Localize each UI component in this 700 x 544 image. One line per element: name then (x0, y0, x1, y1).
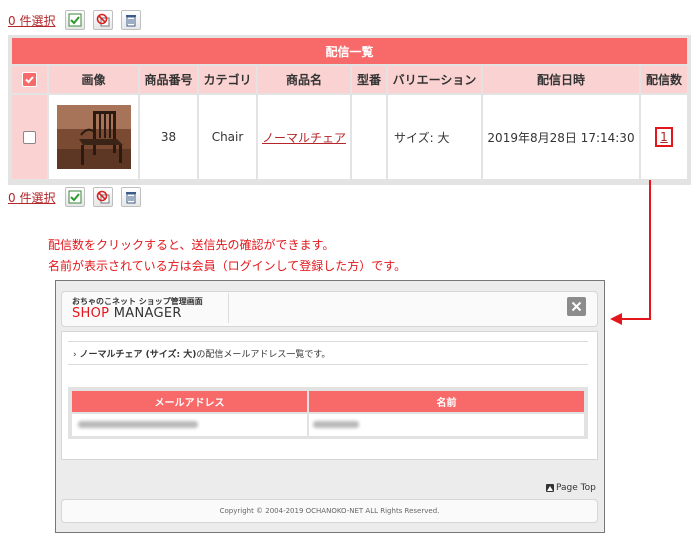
row-variation: サイズ: 大 (388, 95, 481, 179)
col-email-header: メールアドレス (72, 391, 307, 412)
row-count-cell: 1 (641, 95, 687, 179)
header-category: カテゴリ (199, 66, 256, 93)
selected-count-link-bottom[interactable]: 0 件選択 (8, 189, 55, 206)
recipient-email-cell (72, 414, 307, 436)
divider (68, 341, 588, 342)
delete-button[interactable] (121, 10, 142, 30)
check-all-icon (68, 190, 82, 204)
header-product-number: 商品番号 (140, 66, 197, 93)
chair-photo (56, 105, 131, 169)
annotation-arrow (610, 180, 651, 325)
select-all-button[interactable] (65, 10, 86, 30)
annotation-line-1: 配信数をクリックすると、送信先の確認ができます。 (48, 238, 335, 252)
check-all-icon (68, 13, 82, 27)
deselect-icon (97, 190, 110, 204)
popup-close-button[interactable] (567, 297, 586, 316)
close-icon (571, 301, 582, 312)
deselect-all-button[interactable] (93, 10, 114, 30)
redacted-name (313, 421, 359, 428)
header-product-name: 商品名 (258, 66, 350, 93)
row-image-cell (49, 95, 138, 179)
popup-breadcrumb: › ノーマルチェア (サイズ: 大)の配信メールアドレス一覧です。 (73, 347, 330, 360)
row-model (352, 95, 386, 179)
row-category: Chair (199, 95, 256, 179)
trash-icon (126, 192, 137, 204)
redacted-email (78, 421, 198, 428)
row-product-number: 38 (140, 95, 197, 179)
row-date: 2019年8月28日 17:14:30 (483, 95, 639, 179)
header-image: 画像 (49, 66, 138, 93)
row-select-cell (12, 95, 47, 179)
arrow-up-icon (546, 484, 554, 492)
brand-logo: SHOP MANAGER (72, 306, 182, 321)
trash-icon (126, 15, 137, 27)
table-title: 配信一覧 (12, 38, 687, 64)
brand-accent: SHOP (72, 306, 110, 321)
page-top-label: Page Top (556, 483, 596, 493)
selection-toolbar-top: 0 件選択 (8, 8, 142, 32)
annotation-line-2: 名前が表示されている方は会員（ログインして登録した方）です。 (48, 259, 407, 273)
row-checkbox[interactable] (23, 130, 36, 144)
deselect-all-button-bottom[interactable] (93, 187, 114, 207)
breadcrumb-product: ノーマルチェア (サイズ: 大) (79, 350, 197, 360)
header-model: 型番 (352, 66, 386, 93)
brand-rest: MANAGER (109, 306, 182, 321)
recipient-name-cell (309, 414, 584, 436)
row-product-name-cell: ノーマルチェア (258, 95, 350, 179)
divider (68, 364, 588, 365)
header-date: 配信日時 (483, 66, 639, 93)
chevron-right-icon: › (73, 350, 77, 360)
product-name-link[interactable]: ノーマルチェア (262, 129, 346, 146)
col-name-header: 名前 (309, 391, 584, 412)
selected-count-link[interactable]: 0 件選択 (8, 12, 55, 29)
breadcrumb-text: の配信メールアドレス一覧です。 (196, 350, 331, 360)
delivery-count-link[interactable]: 1 (655, 127, 673, 147)
page-top-link[interactable]: Page Top (546, 483, 596, 493)
header-checkbox[interactable] (22, 72, 37, 87)
header-count: 配信数 (641, 66, 687, 93)
select-all-button-bottom[interactable] (65, 187, 86, 207)
deselect-icon (97, 13, 110, 27)
check-icon (25, 76, 34, 84)
header-divider (228, 293, 229, 323)
header-select-all[interactable] (12, 66, 47, 93)
popup-footer: Copyright © 2004-2019 OCHANOKO-NET ALL R… (61, 499, 598, 523)
delete-button-bottom[interactable] (121, 187, 142, 207)
header-variation: バリエーション (388, 66, 481, 93)
selection-toolbar-bottom: 0 件選択 (8, 185, 142, 209)
